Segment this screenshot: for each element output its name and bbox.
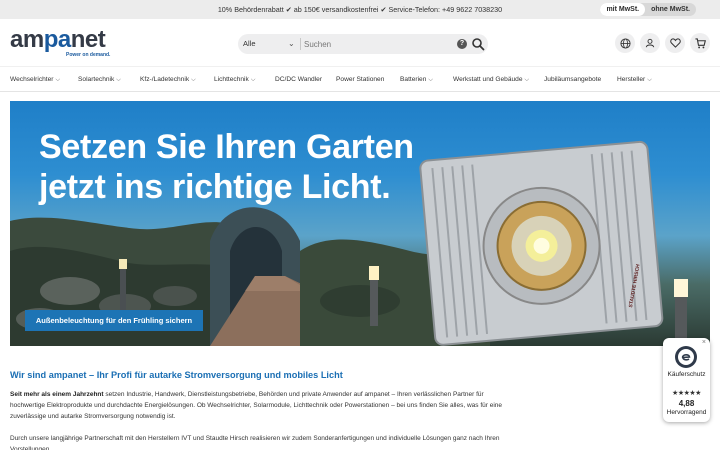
cart-icon xyxy=(694,37,706,48)
trust-badge[interactable]: × Käuferschutz ★★★★★ 4,88 Hervorragend xyxy=(663,338,710,422)
nav-item-power-stationen[interactable]: Power Stationen xyxy=(336,67,384,92)
logo-wordmark: ampanet xyxy=(10,26,106,53)
chevron-down-icon: ⌵ xyxy=(55,77,61,83)
nav-item-jubilaeumsangebote[interactable]: Jubiläumsangebote xyxy=(544,67,601,92)
chevron-down-icon[interactable]: ⌄ xyxy=(288,36,295,52)
trust-badge-label: Käuferschutz xyxy=(667,371,706,378)
search-bar: Alle ⌄ ? xyxy=(238,34,488,54)
search-divider xyxy=(300,38,301,50)
chevron-down-icon: ⌵ xyxy=(191,77,196,83)
vat-incl-option[interactable]: mit MwSt. xyxy=(600,3,646,16)
nav-item-solartechnik[interactable]: Solartechnik ⌵ xyxy=(78,67,121,93)
help-icon[interactable]: ? xyxy=(457,39,467,49)
nav-item-lichttechnik[interactable]: Lichttechnik ⌵ xyxy=(214,67,255,93)
chevron-down-icon: ⌵ xyxy=(250,77,256,83)
rating-score: 4,88 xyxy=(678,399,695,408)
hero-title: Setzen Sie Ihren Garten jetzt ins richti… xyxy=(39,128,414,206)
close-icon[interactable]: × xyxy=(702,339,706,346)
intro-paragraph-1: Seit mehr als einem Jahrzehnt setzen Ind… xyxy=(10,391,503,420)
rating-word: Hervorragend xyxy=(666,409,707,416)
nav-item-wechselrichter[interactable]: Wechselrichter ⌵ xyxy=(10,67,60,93)
search-category-select[interactable]: Alle xyxy=(243,34,256,54)
hero-banner[interactable]: Setzen Sie Ihren Garten jetzt ins richti… xyxy=(10,101,710,346)
user-icon xyxy=(645,38,655,48)
intro-heading: Wir sind ampanet – Ihr Profi für autarke… xyxy=(10,370,343,380)
nav-item-werkstatt-gebaeude[interactable]: Werkstatt und Gebäude ⌵ xyxy=(453,67,529,93)
vat-excl-option[interactable]: ohne MwSt. xyxy=(645,3,696,16)
nav-item-batterien[interactable]: Batterien ⌵ xyxy=(400,67,433,93)
search-icon[interactable] xyxy=(471,37,485,51)
chevron-down-icon: ⌵ xyxy=(524,77,530,83)
vat-toggle[interactable]: mit MwSt. ohne MwSt. xyxy=(600,3,696,16)
chevron-down-icon: ⌵ xyxy=(647,77,652,83)
rating-stars: ★★★★★ xyxy=(672,390,701,397)
globe-icon xyxy=(619,37,631,49)
language-button[interactable] xyxy=(615,33,635,53)
trust-seal-icon xyxy=(675,346,697,368)
top-promo-bar: 10% Behördenrabatt ✔ ab 150€ versandkost… xyxy=(0,0,720,19)
nav-item-kfz-ladetechnik[interactable]: Kfz-/Ladetechnik ⌵ xyxy=(140,67,196,93)
chevron-down-icon: ⌵ xyxy=(116,77,121,83)
logo[interactable]: ampanet Power on demand. xyxy=(10,26,110,58)
hero-cta-button[interactable]: Außenbeleuchtung für den Frühling sicher… xyxy=(25,310,203,331)
logo-tagline: Power on demand. xyxy=(66,52,111,58)
main-nav: Wechselrichter ⌵ Solartechnik ⌵ Kfz-/Ladet… xyxy=(0,66,720,92)
account-button[interactable] xyxy=(640,33,660,53)
chevron-down-icon: ⌵ xyxy=(428,77,433,83)
cart-button[interactable] xyxy=(690,33,710,53)
intro-paragraph-2: Durch unsere langjährige Partnerschaft m… xyxy=(10,435,500,450)
search-input[interactable] xyxy=(304,36,444,52)
nav-item-dcdc-wandler[interactable]: DC/DC Wandler xyxy=(275,67,322,92)
nav-item-hersteller[interactable]: Hersteller ⌵ xyxy=(617,67,652,93)
heart-icon xyxy=(669,38,681,48)
site-header: ampanet Power on demand. Alle ⌄ ? xyxy=(0,19,720,66)
wishlist-button[interactable] xyxy=(665,33,685,53)
